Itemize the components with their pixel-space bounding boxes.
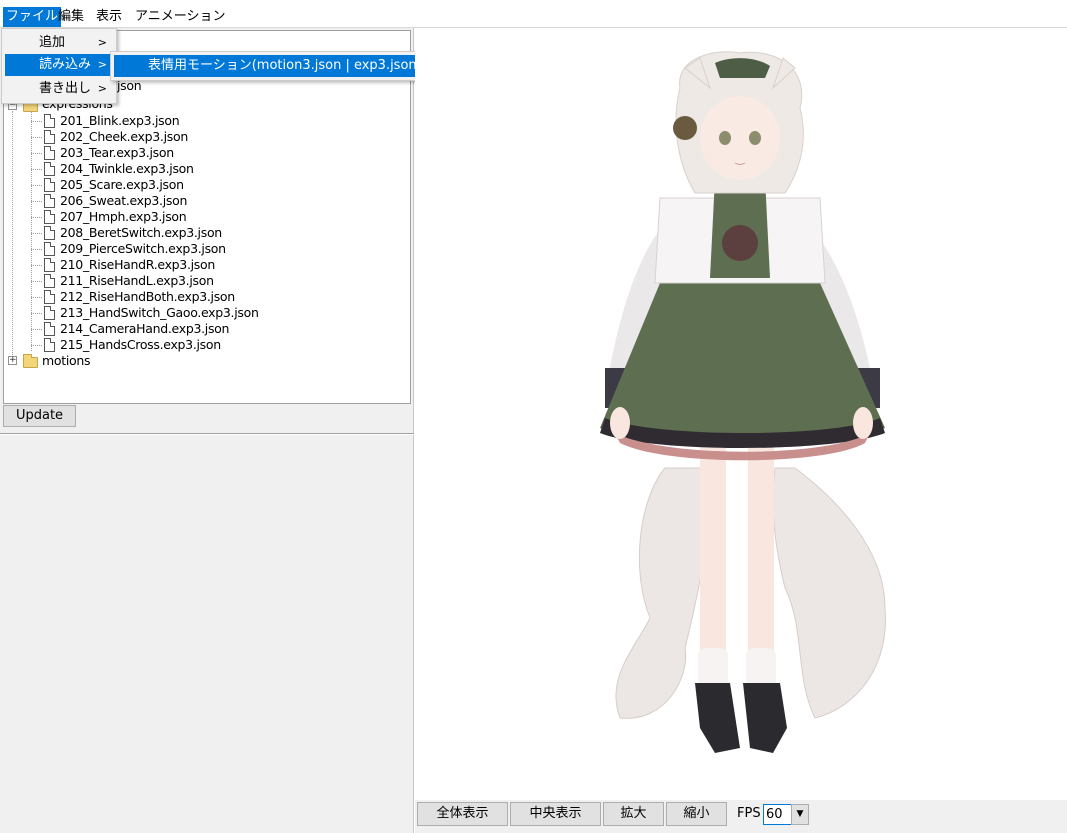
expand-motions-toggle[interactable]: + [8,356,17,365]
file-icon [44,226,55,240]
file-icon [44,258,55,272]
zoom-in-button[interactable]: 拡大 [603,802,664,826]
menu-item-export[interactable]: 書き出し > [5,78,113,100]
tree-file-item[interactable]: 203_Tear.exp3.json [60,145,174,161]
menu-item-label: 表情用モーション(motion3.json | exp3.json) [148,58,422,73]
menu-item-label: 読み込み [39,57,92,72]
tree-connector [31,313,42,314]
chevron-down-icon[interactable]: ▼ [791,804,809,825]
tree-file-item[interactable]: 209_PierceSwitch.exp3.json [60,241,226,257]
file-icon [44,290,55,304]
tree-file-item[interactable]: 208_BeretSwitch.exp3.json [60,225,222,241]
tree-file-item[interactable]: 207_Hmph.exp3.json [60,209,187,225]
menu-item-expression-motion[interactable]: 表情用モーション(motion3.json | exp3.json) [114,55,425,77]
tree-file-item[interactable]: 211_RiseHandL.exp3.json [60,273,214,289]
load-submenu: 表情用モーション(motion3.json | exp3.json) [110,51,429,81]
menu-item-load[interactable]: 読み込み > [5,54,113,76]
file-icon [44,274,55,288]
submenu-arrow-icon: > [97,58,107,71]
tree-file-item[interactable]: 201_Blink.exp3.json [60,113,180,129]
tree-connector [12,111,13,359]
tree-file-item[interactable]: 213_HandSwitch_Gaoo.exp3.json [60,305,259,321]
tree-connector [31,345,42,346]
menu-item-label: 書き出し [39,81,92,96]
submenu-arrow-icon: > [97,82,107,95]
tree-connector [31,153,42,154]
tree-connector [31,265,42,266]
file-icon [44,322,55,336]
menu-item-label: 追加 [39,35,66,50]
fit-all-button[interactable]: 全体表示 [417,802,508,826]
menu-item-add[interactable]: 追加 > [5,32,113,54]
file-icon [44,146,55,160]
tree-file-item[interactable]: 204_Twinkle.exp3.json [60,161,194,177]
menu-animation[interactable]: アニメーション [132,7,228,27]
tree-connector [31,217,42,218]
file-icon [44,130,55,144]
tree-connector [31,185,42,186]
left-panel: json − expressions 201_Blink.exp3.json20… [0,28,414,833]
update-button[interactable]: Update [3,405,76,427]
menu-edit[interactable]: 編集 [55,7,87,27]
tree-folder-motions[interactable]: motions [42,353,90,369]
tree-file-item[interactable]: 212_RiseHandBoth.exp3.json [60,289,235,305]
zoom-out-button[interactable]: 縮小 [666,802,727,826]
viewer-toolbar: 全体表示 中央表示 拡大 縮小 FPS 60 ▼ [415,800,1067,833]
center-view-button[interactable]: 中央表示 [510,802,601,826]
tree-connector [31,329,42,330]
file-icon [44,306,55,320]
menu-file[interactable]: ファイル [3,7,62,27]
tree-connector [31,249,42,250]
tree-file-item[interactable]: 214_CameraHand.exp3.json [60,321,229,337]
tree-file-item[interactable]: 202_Cheek.exp3.json [60,129,188,145]
menu-bar: ファイル 編集 表示 アニメーション [0,0,1067,28]
tree-connector [31,137,42,138]
fps-label: FPS [737,806,761,821]
tree-file-item[interactable]: 210_RiseHandR.exp3.json [60,257,215,273]
submenu-arrow-icon: > [97,36,107,49]
panel-divider [0,433,414,435]
file-icon [44,178,55,192]
fps-select[interactable]: 60 [763,804,793,825]
tree-connector [31,281,42,282]
tree-connector [31,169,42,170]
character-model-image [600,51,886,753]
tree-connector [31,111,32,351]
tree-connector [31,121,42,122]
file-icon [44,162,55,176]
tree-connector [31,201,42,202]
tree-connector [31,297,42,298]
file-menu: 追加 > 読み込み > 書き出し > [1,28,117,104]
folder-icon [23,354,38,368]
tree-file-item[interactable]: 215_HandsCross.exp3.json [60,337,221,353]
tree-file-item[interactable]: 205_Scare.exp3.json [60,177,184,193]
tree-file-item[interactable]: 206_Sweat.exp3.json [60,193,187,209]
file-icon [44,338,55,352]
file-icon [44,242,55,256]
file-icon [44,194,55,208]
model-viewer[interactable] [415,28,1067,800]
tree-connector [31,233,42,234]
file-icon [44,114,55,128]
file-icon [44,210,55,224]
menu-view[interactable]: 表示 [93,7,125,27]
